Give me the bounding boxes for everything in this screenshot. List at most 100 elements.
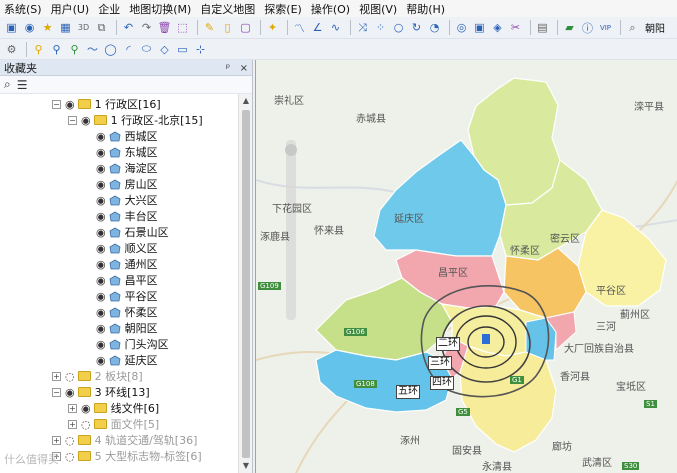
curve-icon[interactable]: ∿ bbox=[328, 20, 343, 35]
tree-district-row[interactable]: ◉ 昌平区 bbox=[96, 272, 158, 288]
menu-map-switch[interactable]: 地图切换(M) bbox=[129, 1, 191, 17]
line-draw-icon[interactable]: 〜 bbox=[85, 42, 100, 57]
expand-toggle-icon[interactable]: + bbox=[52, 371, 61, 381]
dots-icon[interactable]: ⁘ bbox=[373, 20, 388, 35]
tree-group-row[interactable]: + ◌ 4 轨道交通/驾轨[36] bbox=[52, 432, 197, 448]
image-icon[interactable]: ▣ bbox=[472, 20, 487, 35]
select-rect-icon[interactable]: ⬚ bbox=[175, 20, 190, 35]
zoom-in-button[interactable] bbox=[285, 144, 297, 156]
tree-group-row[interactable]: + ◌ 2 板块[8] bbox=[52, 368, 143, 384]
eye-icon[interactable]: ◉ bbox=[96, 354, 106, 367]
menu-enterprise[interactable]: 企业 bbox=[98, 1, 120, 17]
tree-district-row[interactable]: ◉ 门头沟区 bbox=[96, 336, 169, 352]
district-shape[interactable] bbox=[503, 247, 587, 319]
tree-scrollbar[interactable]: ▲ ▼ bbox=[238, 94, 252, 473]
tree-district-row[interactable]: ◉ 通州区 bbox=[96, 256, 158, 272]
search-icon[interactable]: ⌕ bbox=[625, 20, 640, 35]
expand-toggle-icon[interactable]: + bbox=[52, 435, 61, 445]
tree-district-row[interactable]: ◉ 石景山区 bbox=[96, 224, 169, 240]
tree-district-row[interactable]: ◉ 西城区 bbox=[96, 128, 158, 144]
star-icon[interactable]: ★ bbox=[40, 20, 55, 35]
eye-icon[interactable]: ◉ bbox=[96, 178, 106, 191]
tree-group-row[interactable]: − ◉ 1 行政区[16] bbox=[52, 96, 161, 112]
tree-district-row[interactable]: ◉ 顺义区 bbox=[96, 240, 158, 256]
tree-district-row[interactable]: ◉ 朝阳区 bbox=[96, 320, 158, 336]
info-icon[interactable]: ⓘ bbox=[580, 20, 595, 35]
tree-district-row[interactable]: ◉ 东城区 bbox=[96, 144, 158, 160]
layers-icon[interactable]: ☰ bbox=[17, 78, 28, 92]
diamond-draw-icon[interactable]: ◇ bbox=[157, 42, 172, 57]
circle-draw-icon[interactable]: ◯ bbox=[103, 42, 118, 57]
eye-icon[interactable]: ◉ bbox=[96, 322, 106, 335]
polyline-icon[interactable]: 〽 bbox=[292, 20, 307, 35]
arc-icon[interactable]: ◔ bbox=[427, 20, 442, 35]
angle-icon[interactable]: ∠ bbox=[310, 20, 325, 35]
eye-icon[interactable]: ◉ bbox=[96, 306, 106, 319]
pin-yellow-icon[interactable]: ⚲ bbox=[31, 42, 46, 57]
delete-icon[interactable]: 🗑 bbox=[157, 20, 172, 35]
save-icon[interactable]: ▣ bbox=[4, 20, 19, 35]
tree-subgroup-row[interactable]: − ◉ 1 行政区-北京[15] bbox=[68, 112, 203, 128]
vip-icon[interactable]: VIP bbox=[598, 20, 613, 35]
eye-icon[interactable]: ◉ bbox=[96, 338, 106, 351]
frame-icon[interactable]: ▢ bbox=[238, 20, 253, 35]
eye-icon[interactable]: ◉ bbox=[96, 146, 106, 159]
tree-district-row[interactable]: ◉ 平谷区 bbox=[96, 288, 158, 304]
expand-toggle-icon[interactable]: + bbox=[68, 403, 77, 413]
tree-district-row[interactable]: ◉ 丰台区 bbox=[96, 208, 158, 224]
eye-icon[interactable]: ◉ bbox=[96, 290, 106, 303]
collapse-toggle-icon[interactable]: − bbox=[52, 99, 61, 109]
3d-icon[interactable]: 3D bbox=[76, 20, 91, 35]
building-icon[interactable]: ▤ bbox=[535, 20, 550, 35]
grid-icon[interactable]: ▦ bbox=[58, 20, 73, 35]
pin-button[interactable]: ᵖ bbox=[226, 63, 230, 74]
undo-icon[interactable]: ↶ bbox=[121, 20, 136, 35]
ellipse-draw-icon[interactable]: ⬭ bbox=[139, 42, 154, 57]
search-icon[interactable]: ⌕ bbox=[4, 77, 11, 92]
eye-icon[interactable]: ◉ bbox=[96, 194, 106, 207]
eraser-icon[interactable]: ◈ bbox=[490, 20, 505, 35]
collapse-toggle-icon[interactable]: − bbox=[52, 387, 61, 397]
ruler-icon[interactable]: ▯ bbox=[220, 20, 235, 35]
rect-draw-icon[interactable]: ▭ bbox=[175, 42, 190, 57]
search-input[interactable]: 朝阳 bbox=[645, 20, 665, 35]
tree-district-row[interactable]: ◉ 延庆区 bbox=[96, 352, 158, 368]
tree-district-row[interactable]: ◉ 大兴区 bbox=[96, 192, 158, 208]
tree-district-row[interactable]: ◉ 房山区 bbox=[96, 176, 158, 192]
tree-subgroup-row[interactable]: + ◉ 线文件[6] bbox=[68, 400, 159, 416]
tree-group-row[interactable]: + ◌ 5 大型标志物-标签[6] bbox=[52, 448, 202, 464]
eye-icon[interactable]: ◉ bbox=[96, 274, 106, 287]
expand-toggle-icon[interactable]: + bbox=[68, 419, 77, 429]
eye-off-icon[interactable]: ◌ bbox=[65, 434, 75, 447]
target-icon[interactable]: ◎ bbox=[454, 20, 469, 35]
eye-off-icon[interactable]: ◌ bbox=[65, 450, 75, 463]
node-edit-icon[interactable]: ⊹ bbox=[193, 42, 208, 57]
menu-system[interactable]: 系统(S) bbox=[4, 1, 42, 17]
rotate-icon[interactable]: ↻ bbox=[409, 20, 424, 35]
menu-explore[interactable]: 探索(E) bbox=[264, 1, 302, 17]
scroll-thumb[interactable] bbox=[242, 110, 250, 458]
eye-icon[interactable]: ◉ bbox=[96, 258, 106, 271]
cut-icon[interactable]: ✂ bbox=[508, 20, 523, 35]
eye-off-icon[interactable]: ◌ bbox=[65, 370, 75, 383]
tree-group-row[interactable]: − ◉ 3 环线[13] bbox=[52, 384, 150, 400]
district-shape[interactable] bbox=[459, 345, 557, 453]
magic-wand-icon[interactable]: ✦ bbox=[265, 20, 280, 35]
layer-icon[interactable]: ◉ bbox=[22, 20, 37, 35]
eye-icon[interactable]: ◉ bbox=[96, 162, 106, 175]
pin-green-icon[interactable]: ⚲ bbox=[67, 42, 82, 57]
menu-help[interactable]: 帮助(H) bbox=[406, 1, 445, 17]
eye-icon[interactable]: ◉ bbox=[65, 98, 75, 111]
pin-blue-icon[interactable]: ⚲ bbox=[49, 42, 64, 57]
eye-icon[interactable]: ◉ bbox=[96, 210, 106, 223]
menu-user[interactable]: 用户(U) bbox=[51, 1, 90, 17]
menu-operation[interactable]: 操作(O) bbox=[311, 1, 350, 17]
menu-custom-map[interactable]: 自定义地图 bbox=[200, 1, 255, 17]
arc-draw-icon[interactable]: ◜ bbox=[121, 42, 136, 57]
eye-off-icon[interactable]: ◌ bbox=[81, 418, 91, 431]
tree-district-row[interactable]: ◉ 海淀区 bbox=[96, 160, 158, 176]
eye-icon[interactable]: ◉ bbox=[96, 242, 106, 255]
chat-icon[interactable]: ▰ bbox=[562, 20, 577, 35]
close-button[interactable]: × bbox=[240, 63, 248, 74]
scroll-up-icon[interactable]: ▲ bbox=[239, 94, 253, 108]
